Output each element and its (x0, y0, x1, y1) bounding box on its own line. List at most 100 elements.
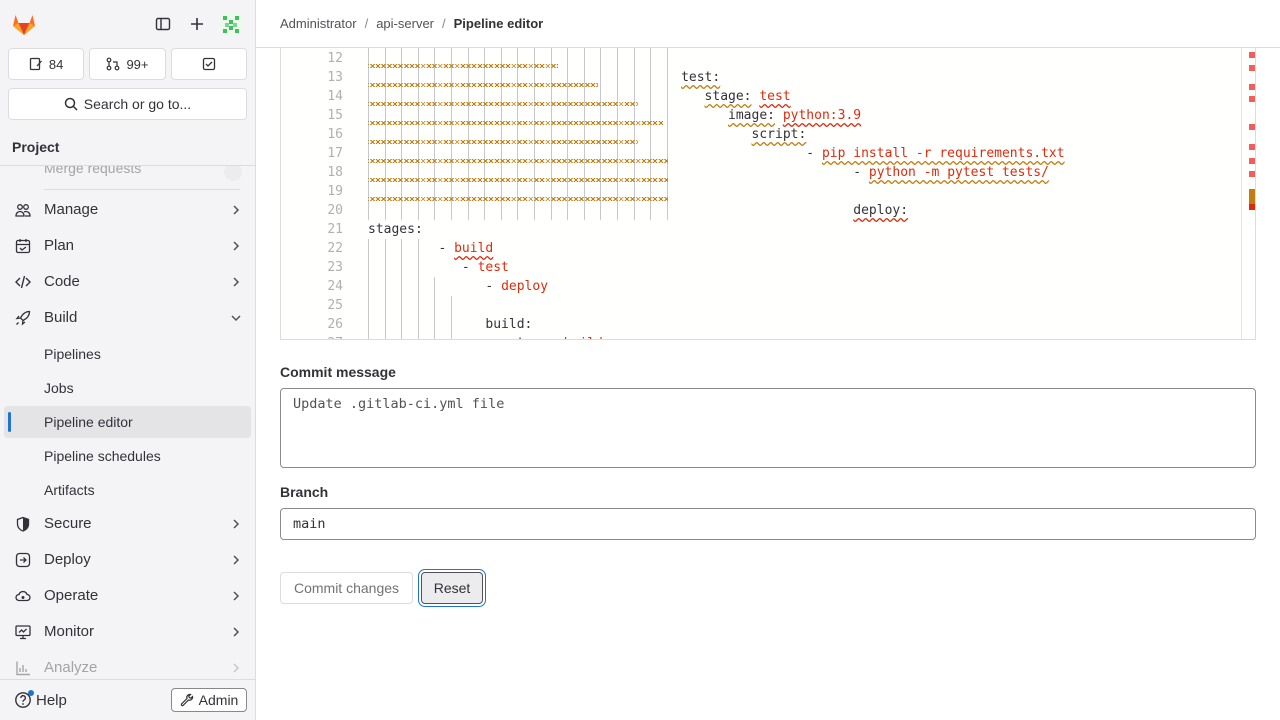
sidebar-subitem-label: Pipeline schedules (44, 448, 161, 464)
sidebar-item-build[interactable]: Build (4, 302, 251, 334)
wrench-icon (180, 693, 193, 707)
sidebar-subitem-label: Pipelines (44, 346, 101, 362)
line-number: 22 (327, 241, 343, 256)
sidebar-item-secure[interactable]: Secure (4, 508, 251, 540)
code-line: stage: test (704, 89, 791, 104)
sidebar-subitem-jobs[interactable]: Jobs (4, 372, 251, 404)
nav-divider (44, 189, 240, 190)
sidebar-item-label: Build (44, 309, 78, 326)
chevron-right-icon (233, 627, 240, 637)
sidebar: 84 99+ Search or go to... Project Merge … (0, 0, 256, 720)
sidebar-item-label: Secure (44, 515, 92, 532)
issues-icon (29, 57, 42, 71)
error-marker (1249, 124, 1255, 130)
sidebar-item-monitor[interactable]: Monitor (4, 616, 251, 648)
sidebar-item-label: Plan (44, 237, 75, 254)
sidebar-item-deploy[interactable]: Deploy (4, 544, 251, 576)
issues-count: 84 (48, 56, 64, 72)
branch-label: Branch (280, 484, 329, 500)
breadcrumb-administrator[interactable]: Administrator (280, 16, 357, 31)
code-line: script: (751, 127, 807, 142)
code-line: stage: build (368, 334, 603, 339)
chart-icon (16, 661, 30, 676)
chevron-right-icon (233, 591, 240, 601)
avatar[interactable] (218, 11, 244, 37)
search-button[interactable]: Search or go to... (8, 88, 247, 120)
line-number: 19 (327, 184, 343, 199)
line-number: 17 (327, 146, 343, 161)
help-label: Help (36, 691, 67, 709)
sidebar-item-label: Analyze (44, 659, 98, 676)
chevron-right-icon (233, 663, 240, 673)
breadcrumb-current[interactable]: Pipeline editor (454, 16, 544, 31)
sidebar-item-label: Monitor (44, 623, 95, 640)
sidebar-subitem-pipeline-editor[interactable]: Pipeline editor (4, 406, 251, 438)
sidebar-item-manage[interactable]: Manage (4, 194, 251, 226)
line-number: 26 (327, 317, 343, 332)
line-number: 25 (327, 298, 343, 313)
commit-changes-button[interactable]: Commit changes (280, 572, 413, 604)
sidebar-footer: Help Admin (0, 679, 255, 720)
users-icon (15, 204, 31, 217)
cloud-icon (15, 590, 31, 602)
todo-counter-button[interactable] (170, 48, 247, 80)
todo-icon (202, 57, 215, 71)
sidebar-subitem-label: Pipeline editor (44, 414, 133, 430)
line-number: 24 (327, 279, 343, 294)
monitor-icon (15, 625, 31, 640)
admin-button[interactable]: Admin (171, 688, 247, 712)
sidebar-item-label: Manage (44, 201, 99, 218)
reset-button[interactable]: Reset (421, 572, 483, 604)
code-line: - deploy (485, 279, 549, 294)
calendar-icon (15, 239, 31, 254)
sidebar-item-plan[interactable]: Plan (4, 230, 251, 262)
merge-requests-counter-button[interactable]: 99+ (89, 48, 166, 80)
error-marker (1249, 144, 1255, 150)
line-number: 20 (327, 203, 343, 218)
sidebar-item-analyze[interactable]: Analyze (4, 652, 251, 679)
breadcrumb: Administrator / api-server / Pipeline ed… (280, 16, 543, 31)
breadcrumb-project[interactable]: api-server (376, 16, 434, 31)
code-line: - test (461, 260, 509, 275)
project-section-title: Project (0, 128, 255, 166)
search-label: Search or go to... (83, 96, 192, 112)
sidebar-nav: Merge requests Manage Plan Code Build Pi… (0, 166, 255, 679)
rocket-icon (15, 310, 31, 326)
code-line: - pip install -r requirements.txt (806, 146, 1065, 161)
chevron-right-icon (233, 277, 240, 287)
chevron-right-icon (233, 519, 240, 529)
issues-counter-button[interactable]: 84 (8, 48, 85, 80)
code-line: deploy: (853, 203, 909, 218)
line-number: 12 (327, 51, 343, 66)
gitlab-logo-icon[interactable] (10, 10, 38, 38)
error-marker (1249, 65, 1255, 71)
merge-requests-badge (224, 166, 242, 181)
editor-overview-ruler[interactable] (1241, 48, 1255, 339)
sidebar-item-label: Code (44, 273, 80, 290)
sidebar-item-code[interactable]: Code (4, 266, 251, 298)
warning-marker (1249, 189, 1255, 204)
sidebar-item-operate[interactable]: Operate (4, 580, 251, 612)
sidebar-item-merge-requests[interactable]: Merge requests (44, 166, 141, 176)
create-new-icon[interactable] (183, 10, 211, 38)
code-editor[interactable]: 12 13 14 15 16 17 18 19 20 21 22 23 24 25 26 27 test: s… (280, 48, 1256, 340)
line-number: 21 (327, 222, 343, 237)
merge-request-icon (107, 57, 120, 71)
sidebar-subitem-pipeline-schedules[interactable]: Pipeline schedules (4, 440, 251, 472)
shield-icon (16, 516, 30, 532)
error-marker (1249, 84, 1255, 90)
help-button[interactable]: Help (14, 691, 67, 709)
code-line: image: python:3.9 (728, 108, 862, 123)
sidebar-item-label: Operate (44, 587, 99, 604)
commit-message-label: Commit message (280, 364, 396, 380)
sidebar-subitem-pipelines[interactable]: Pipelines (4, 338, 251, 370)
sidebar-subitem-artifacts[interactable]: Artifacts (4, 474, 251, 506)
line-number: 23 (327, 260, 343, 275)
breadcrumb-separator: / (364, 16, 369, 31)
branch-input[interactable]: main (280, 508, 1256, 540)
commit-message-input[interactable]: Update .gitlab-ci.yml file (280, 388, 1256, 468)
code-line: - python -m pytest tests/ (853, 165, 1049, 180)
toggle-sidebar-icon[interactable] (149, 10, 177, 38)
chevron-right-icon (233, 555, 240, 565)
top-bar: Administrator / api-server / Pipeline ed… (256, 0, 1280, 48)
